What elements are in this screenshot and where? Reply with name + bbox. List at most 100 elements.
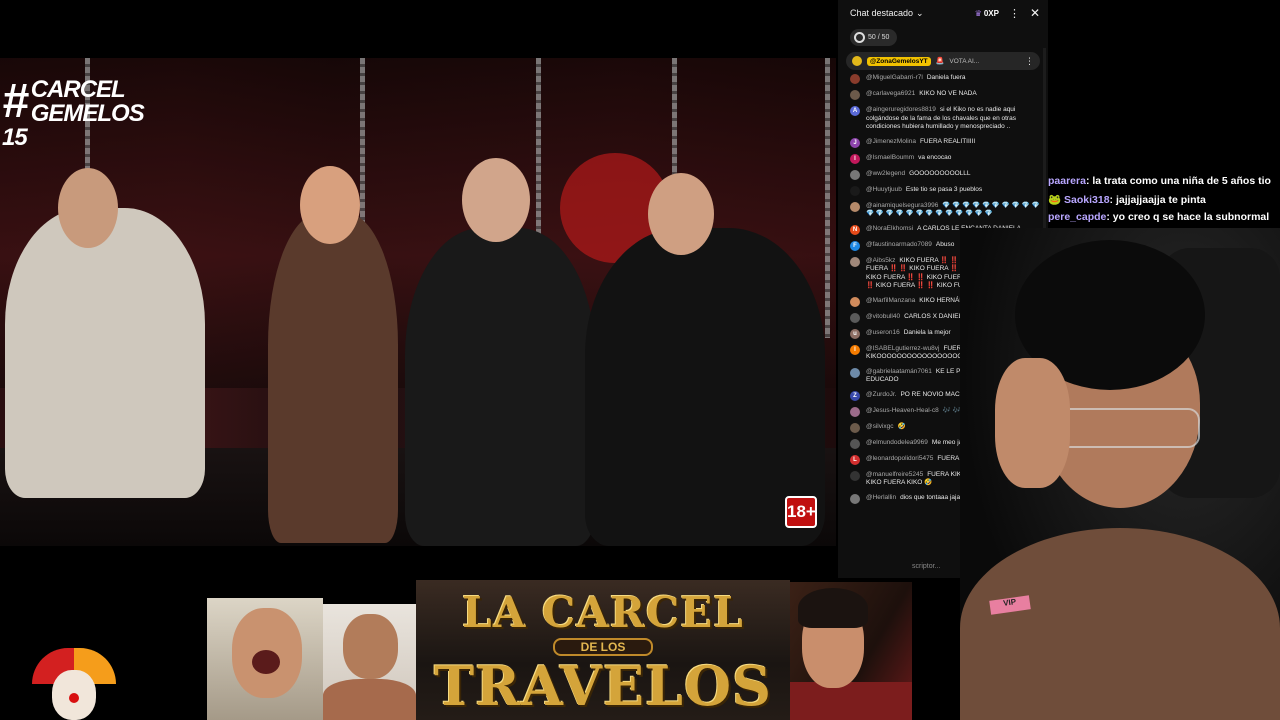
pinned-avatar [852, 56, 862, 66]
chat-message[interactable]: @ainamiquelsegura3996 💎 💎 💎 💎 💎 💎 💎 💎 💎 💎… [850, 201, 1040, 219]
message-author[interactable]: @elmundodelea9969 [866, 439, 928, 446]
chat-message[interactable]: J @JimenezMolina FUERA REALITIIIII [850, 137, 1040, 148]
avatar[interactable] [850, 74, 860, 84]
message-author[interactable]: @JimenezMolina [866, 138, 916, 145]
thumb-body [323, 679, 416, 720]
avatar[interactable] [850, 493, 860, 504]
avatar[interactable] [850, 312, 860, 323]
avatar[interactable]: Z [850, 390, 860, 401]
chat-message[interactable]: A @aingeruregidores8819 si el Kiko no es n… [850, 106, 1040, 132]
twitch-username: Saoki318 [1064, 194, 1110, 206]
thumbnail-screaming-man [207, 598, 323, 720]
avatar[interactable] [850, 367, 860, 378]
avatar[interactable]: N [850, 224, 860, 235]
message-text: dios que tontaaa jaja [900, 493, 961, 501]
message-author[interactable]: @faustinoarmado7089 [866, 241, 932, 248]
avatar[interactable] [850, 296, 860, 307]
xp-label: 0XP [983, 8, 999, 18]
message-author[interactable]: @Huuytjuub [866, 186, 902, 193]
chat-message[interactable]: @Huuytjuub Este tio se pasa 3 pueblos [850, 185, 1040, 196]
more-options-icon[interactable]: ⋮ [1009, 7, 1020, 20]
avatar[interactable] [850, 169, 860, 180]
chat-title: Chat destacado [850, 8, 914, 18]
target-icon [854, 31, 865, 43]
message-author[interactable]: @carlavega6921 [866, 90, 915, 97]
chat-message[interactable]: @ww2legend GOOOOOOOOOLLL [850, 169, 1040, 180]
message-author[interactable]: @Jesus-Heaven-Heal-c8 [866, 407, 939, 414]
message-text: Daniela la mejor [903, 328, 951, 336]
logo-hash-symbol: # [2, 75, 29, 128]
chat-message[interactable]: I @IsmaelBoumm va encocao [850, 153, 1040, 164]
message-author[interactable]: @leonardopolidori5475 [866, 455, 933, 462]
twitch-text: : yo creo q se hace la subnormal [1106, 211, 1270, 223]
message-author[interactable]: @Herlallin [866, 494, 896, 501]
stream-layout: # CARCEL GEMELOS 15 18+ Chat destacado ⌄… [0, 0, 1280, 720]
thumb-face [343, 614, 398, 679]
avatar[interactable] [850, 438, 860, 449]
chain-decor [825, 58, 830, 338]
thumb-shirt [790, 682, 912, 720]
xp-indicator[interactable]: ♛ 0XP [975, 9, 999, 18]
avatar[interactable]: L [850, 454, 860, 465]
close-icon[interactable]: ✕ [1030, 6, 1040, 20]
avatar[interactable]: J [850, 137, 860, 148]
more-options-icon[interactable]: ⋮ [1025, 56, 1034, 67]
message-author[interactable]: @Aibs5kz [866, 257, 895, 264]
glasses [1050, 408, 1200, 448]
avatar[interactable]: F [850, 240, 860, 251]
message-body: @carlavega6921 KIKO NO VE NADA [866, 90, 1040, 100]
message-body: @MiguelGabarri-r7l Daniela fuera [866, 74, 1040, 84]
message-author[interactable]: @useron16 [866, 329, 900, 336]
badge-icon: 🐸 [1048, 194, 1064, 206]
twitch-chat-line: paarera: la trata como una niña de 5 año… [1048, 175, 1271, 187]
message-author[interactable]: @MarfilManzana [866, 297, 915, 304]
message-author[interactable]: @ZurdoJr. [866, 391, 896, 398]
avatar[interactable] [850, 185, 860, 196]
message-author[interactable]: @manuelfreire5245 [866, 471, 923, 478]
message-author[interactable]: @IsmaelBoumm [866, 154, 914, 161]
pinned-text: VOTA AI... [949, 57, 980, 65]
chat-message[interactable]: @carlavega6921 KIKO NO VE NADA [850, 90, 1040, 100]
avatar[interactable] [850, 406, 860, 417]
chat-header: Chat destacado ⌄ ♛ 0XP ⋮ ✕ [838, 0, 1048, 26]
engagement-counter[interactable]: 50 / 50 [850, 28, 898, 46]
message-text: KIKO NO VE NADA [919, 90, 977, 97]
chat-mode-selector[interactable]: Chat destacado ⌄ [850, 8, 924, 19]
message-author[interactable]: @vitobull40 [866, 313, 900, 320]
message-author[interactable]: @ISABELgutierrez-wu8vj [866, 345, 939, 352]
avatar[interactable] [850, 256, 860, 267]
avatar[interactable] [850, 422, 860, 433]
message-author[interactable]: @silvixgc [866, 423, 894, 430]
chat-message[interactable]: @MiguelGabarri-r7l Daniela fuera [850, 74, 1040, 84]
streamer-shirt [960, 528, 1280, 720]
message-body: @aingeruregidores8819 si el Kiko no es na… [866, 106, 1040, 132]
message-body: @IsmaelBoumm va encocao [866, 154, 1040, 164]
message-author[interactable]: @aingeruregidores8819 [866, 106, 936, 113]
person-2-head [300, 166, 360, 244]
title-line-3: TRAVELOS [433, 654, 773, 718]
chevron-down-icon: ⌄ [916, 7, 924, 18]
message-author[interactable]: @ainamiquelsegura3996 [866, 202, 938, 209]
avatar[interactable] [850, 201, 860, 212]
avatar[interactable]: A [850, 106, 860, 116]
message-body: @ww2legend GOOOOOOOOOLLL [866, 170, 1040, 180]
message-text: FUERA REALITIIIII [919, 137, 976, 145]
twitch-text: : jajjajjaajja te pinta [1109, 194, 1206, 206]
message-author[interactable]: @NoraElkhomsi [866, 225, 913, 232]
message-text: Este tio se pasa 3 pueblos [905, 185, 983, 193]
message-body: @ainamiquelsegura3996 💎 💎 💎 💎 💎 💎 💎 💎 💎 💎… [866, 202, 1040, 219]
avatar[interactable]: I [850, 153, 860, 164]
video-player[interactable]: # CARCEL GEMELOS 15 18+ [0, 58, 836, 546]
avatar[interactable] [850, 470, 860, 481]
avatar[interactable] [850, 90, 860, 100]
alert-icon: 🚨 [935, 58, 945, 65]
person-1 [5, 208, 205, 498]
pinned-message[interactable]: @ZonaGemelosYT 🚨 VOTA AI... ⋮ [846, 52, 1040, 70]
pinned-author: @ZonaGemelosYT [867, 56, 931, 66]
avatar[interactable]: u [850, 328, 860, 339]
message-author[interactable]: @MiguelGabarri-r7l [866, 74, 923, 81]
message-text: 🤣 [897, 422, 906, 430]
message-author[interactable]: @ww2legend [866, 170, 905, 177]
message-author[interactable]: @gabrielaatamán7061 [866, 368, 932, 375]
avatar[interactable]: I [850, 344, 860, 355]
